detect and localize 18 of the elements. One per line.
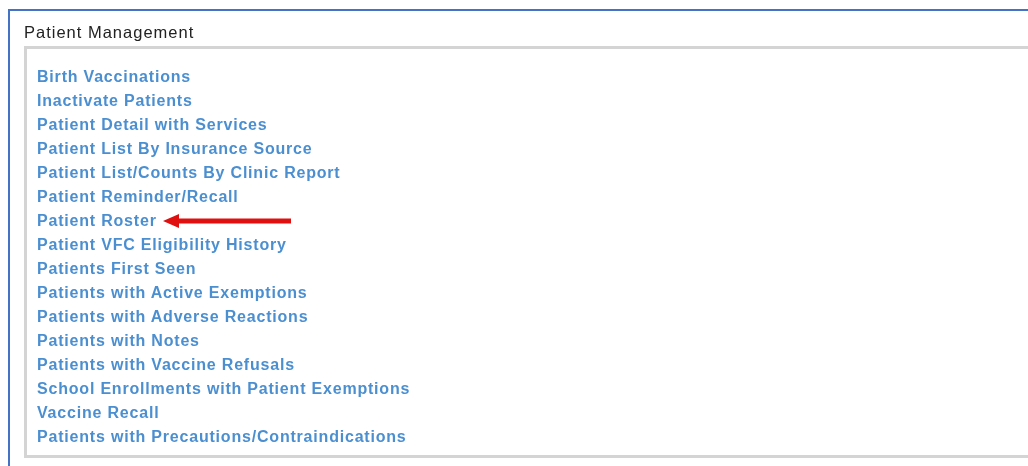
report-link[interactable]: Patient VFC Eligibility History [37,236,287,254]
report-link[interactable]: Vaccine Recall [37,404,160,422]
report-link[interactable]: Patients First Seen [37,260,197,278]
report-link[interactable]: Patients with Active Exemptions [37,284,308,302]
report-link[interactable]: Inactivate Patients [37,92,193,110]
report-link[interactable]: Patient Detail with Services [37,116,268,134]
report-link[interactable]: Patients with Precautions/Contraindications [37,428,407,446]
report-link[interactable]: Patients with Notes [37,332,200,350]
report-link[interactable]: Patient List By Insurance Source [37,140,313,158]
report-link[interactable]: Patient Reminder/Recall [37,188,239,206]
report-link[interactable]: Patient List/Counts By Clinic Report [37,164,341,182]
arrow-icon [162,214,293,228]
report-link[interactable]: School Enrollments with Patient Exemptions [37,380,411,398]
report-link[interactable]: Patients with Adverse Reactions [37,308,309,326]
report-link[interactable]: Patient Roster [37,212,157,230]
report-link[interactable]: Patients with Vaccine Refusals [37,356,295,374]
panel-title: Patient Management [24,23,195,42]
report-link[interactable]: Birth Vaccinations [37,68,191,86]
